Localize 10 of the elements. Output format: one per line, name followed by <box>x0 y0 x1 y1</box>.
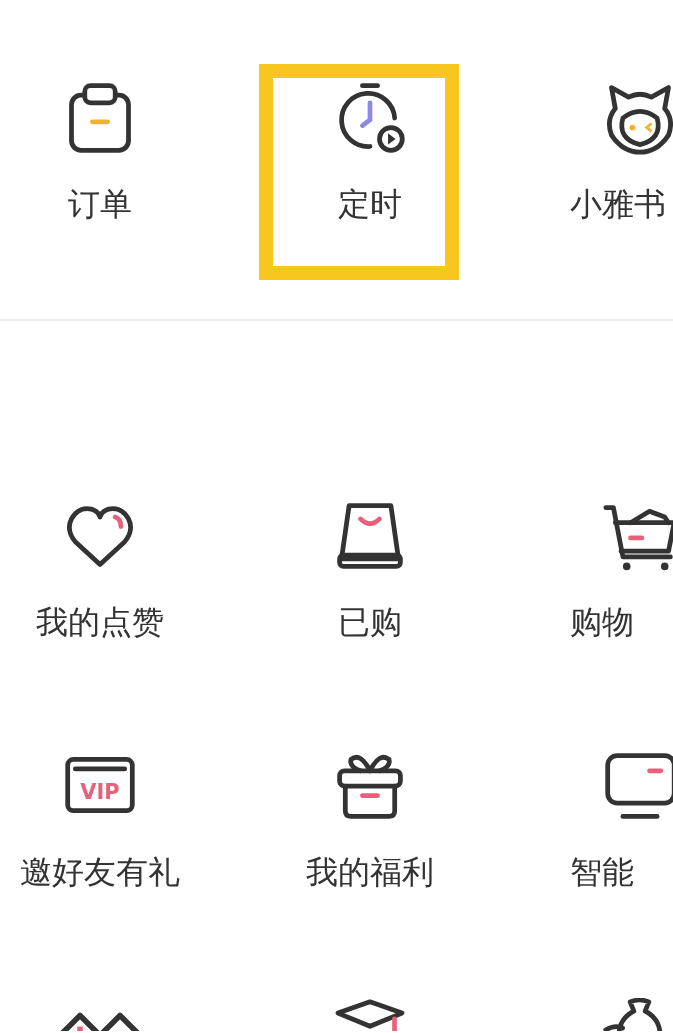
item-label[interactable]: 智能 <box>570 854 634 890</box>
item-label[interactable]: 小雅书 <box>570 186 666 222</box>
item-label[interactable]: 已购 <box>338 604 402 640</box>
item-label[interactable]: 我的点赞 <box>36 604 164 640</box>
money-bag-icon <box>602 998 662 1031</box>
item-label[interactable]: 定时 <box>338 186 402 222</box>
item-label[interactable]: 我的福利 <box>306 854 434 890</box>
item-label[interactable]: 邀好友有礼 <box>20 854 180 890</box>
item-label[interactable]: 购物 <box>570 604 634 640</box>
item-label[interactable]: 订单 <box>68 186 132 222</box>
